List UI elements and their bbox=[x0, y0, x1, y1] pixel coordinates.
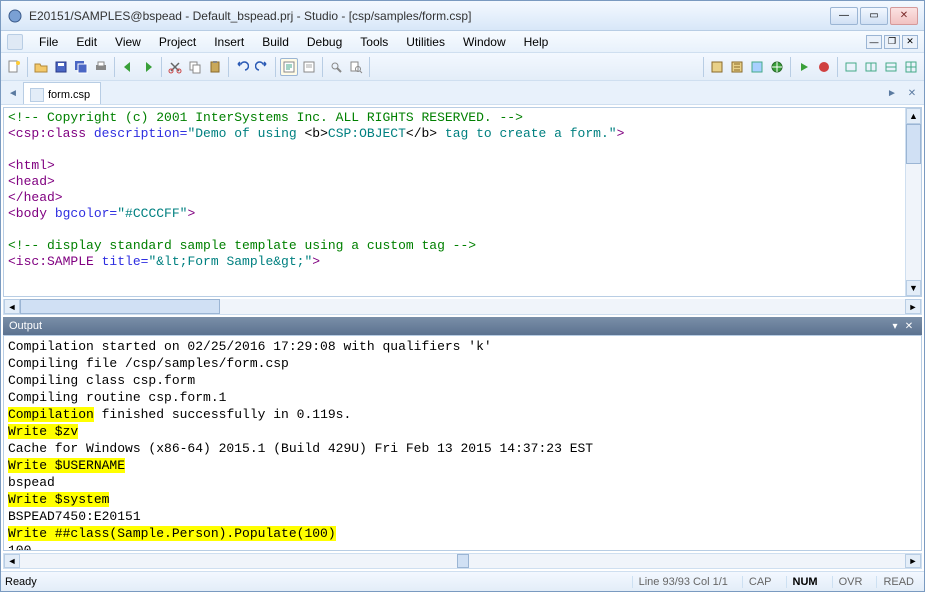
save-all-icon[interactable] bbox=[72, 58, 90, 76]
mdi-close-button[interactable]: ✕ bbox=[902, 35, 918, 49]
menu-view[interactable]: View bbox=[107, 33, 149, 51]
window-title: E20151/SAMPLES@bspead - Default_bspead.p… bbox=[29, 9, 830, 23]
code-editor[interactable]: <!-- Copyright (c) 2001 InterSystems Inc… bbox=[4, 108, 905, 296]
menu-build[interactable]: Build bbox=[254, 33, 297, 51]
tab-next-button[interactable]: ► bbox=[882, 82, 902, 104]
rebuild-icon[interactable] bbox=[748, 58, 766, 76]
maximize-button[interactable]: ▭ bbox=[860, 7, 888, 25]
main-window: E20151/SAMPLES@bspead - Default_bspead.p… bbox=[0, 0, 925, 592]
copy-icon[interactable] bbox=[186, 58, 204, 76]
redo-icon[interactable] bbox=[253, 58, 271, 76]
tab-close-button[interactable]: ✕ bbox=[902, 82, 922, 104]
status-ovr: OVR bbox=[832, 576, 869, 588]
debug-stop-icon[interactable] bbox=[815, 58, 833, 76]
out-scroll-right-button[interactable]: ► bbox=[905, 554, 921, 568]
minimize-button[interactable]: — bbox=[830, 7, 858, 25]
scroll-up-button[interactable]: ▲ bbox=[906, 108, 921, 124]
output-panel-title: Output ▾ ✕ bbox=[3, 317, 922, 335]
statusbar: Ready Line 93/93 Col 1/1 CAP NUM OVR REA… bbox=[1, 571, 924, 591]
menu-tools[interactable]: Tools bbox=[352, 33, 396, 51]
save-icon[interactable] bbox=[52, 58, 70, 76]
output-panel-close-button[interactable]: ✕ bbox=[902, 319, 916, 333]
menu-edit[interactable]: Edit bbox=[68, 33, 105, 51]
output-panel-label: Output bbox=[9, 320, 42, 332]
cut-icon[interactable] bbox=[166, 58, 184, 76]
menu-help[interactable]: Help bbox=[516, 33, 557, 51]
tab-prev-button[interactable]: ◄ bbox=[3, 82, 23, 104]
output-panel-dropdown-button[interactable]: ▾ bbox=[888, 319, 902, 333]
menu-project[interactable]: Project bbox=[151, 33, 204, 51]
menubar: FileEditViewProjectInsertBuildDebugTools… bbox=[1, 31, 924, 53]
status-ready: Ready bbox=[5, 576, 37, 588]
scroll-left-button[interactable]: ◄ bbox=[4, 299, 20, 314]
tab-bar: ◄ form.csp ► ✕ bbox=[1, 81, 924, 105]
status-cap: CAP bbox=[742, 576, 778, 588]
new-icon[interactable] bbox=[5, 58, 23, 76]
web-icon[interactable] bbox=[768, 58, 786, 76]
file-icon bbox=[30, 88, 44, 102]
debug-go-icon[interactable] bbox=[795, 58, 813, 76]
window-1-icon[interactable] bbox=[842, 58, 860, 76]
out-scroll-left-button[interactable]: ◄ bbox=[4, 554, 20, 568]
window-3-icon[interactable] bbox=[882, 58, 900, 76]
scroll-right-button[interactable]: ► bbox=[905, 299, 921, 314]
undo-icon[interactable] bbox=[233, 58, 251, 76]
mdi-restore-button[interactable]: ❐ bbox=[884, 35, 900, 49]
scroll-down-button[interactable]: ▼ bbox=[906, 280, 921, 296]
status-read: READ bbox=[876, 576, 920, 588]
window-4-icon[interactable] bbox=[902, 58, 920, 76]
menu-debug[interactable]: Debug bbox=[299, 33, 350, 51]
out-hscroll-thumb[interactable] bbox=[457, 554, 469, 568]
status-num: NUM bbox=[786, 576, 824, 588]
view-other-icon[interactable] bbox=[300, 58, 318, 76]
toolbar bbox=[1, 53, 924, 81]
hscroll-thumb[interactable] bbox=[20, 299, 220, 314]
window-2-icon[interactable] bbox=[862, 58, 880, 76]
scroll-thumb[interactable] bbox=[906, 124, 921, 164]
app-icon bbox=[7, 8, 23, 24]
menu-window[interactable]: Window bbox=[455, 33, 514, 51]
menu-utilities[interactable]: Utilities bbox=[398, 33, 453, 51]
editor-horizontal-scrollbar[interactable]: ◄ ► bbox=[3, 299, 922, 315]
output-horizontal-scrollbar[interactable]: ◄ ► bbox=[3, 553, 922, 569]
close-button[interactable]: ✕ bbox=[890, 7, 918, 25]
forward-icon[interactable] bbox=[139, 58, 157, 76]
find-in-files-icon[interactable] bbox=[347, 58, 365, 76]
tab-label: form.csp bbox=[48, 89, 90, 101]
output-panel[interactable]: Compilation started on 02/25/2016 17:29:… bbox=[3, 335, 922, 551]
status-position: Line 93/93 Col 1/1 bbox=[632, 576, 734, 588]
tab-form-csp[interactable]: form.csp bbox=[23, 82, 101, 104]
paste-icon[interactable] bbox=[206, 58, 224, 76]
studio-icon bbox=[7, 34, 23, 50]
open-icon[interactable] bbox=[32, 58, 50, 76]
editor-vertical-scrollbar[interactable]: ▲ ▼ bbox=[905, 108, 921, 296]
print-icon[interactable] bbox=[92, 58, 110, 76]
menu-file[interactable]: File bbox=[31, 33, 66, 51]
back-icon[interactable] bbox=[119, 58, 137, 76]
build-icon[interactable] bbox=[728, 58, 746, 76]
find-icon[interactable] bbox=[327, 58, 345, 76]
mdi-minimize-button[interactable]: — bbox=[866, 35, 882, 49]
menu-insert[interactable]: Insert bbox=[206, 33, 252, 51]
compile-icon[interactable] bbox=[708, 58, 726, 76]
titlebar: E20151/SAMPLES@bspead - Default_bspead.p… bbox=[1, 1, 924, 31]
view-code-icon[interactable] bbox=[280, 58, 298, 76]
